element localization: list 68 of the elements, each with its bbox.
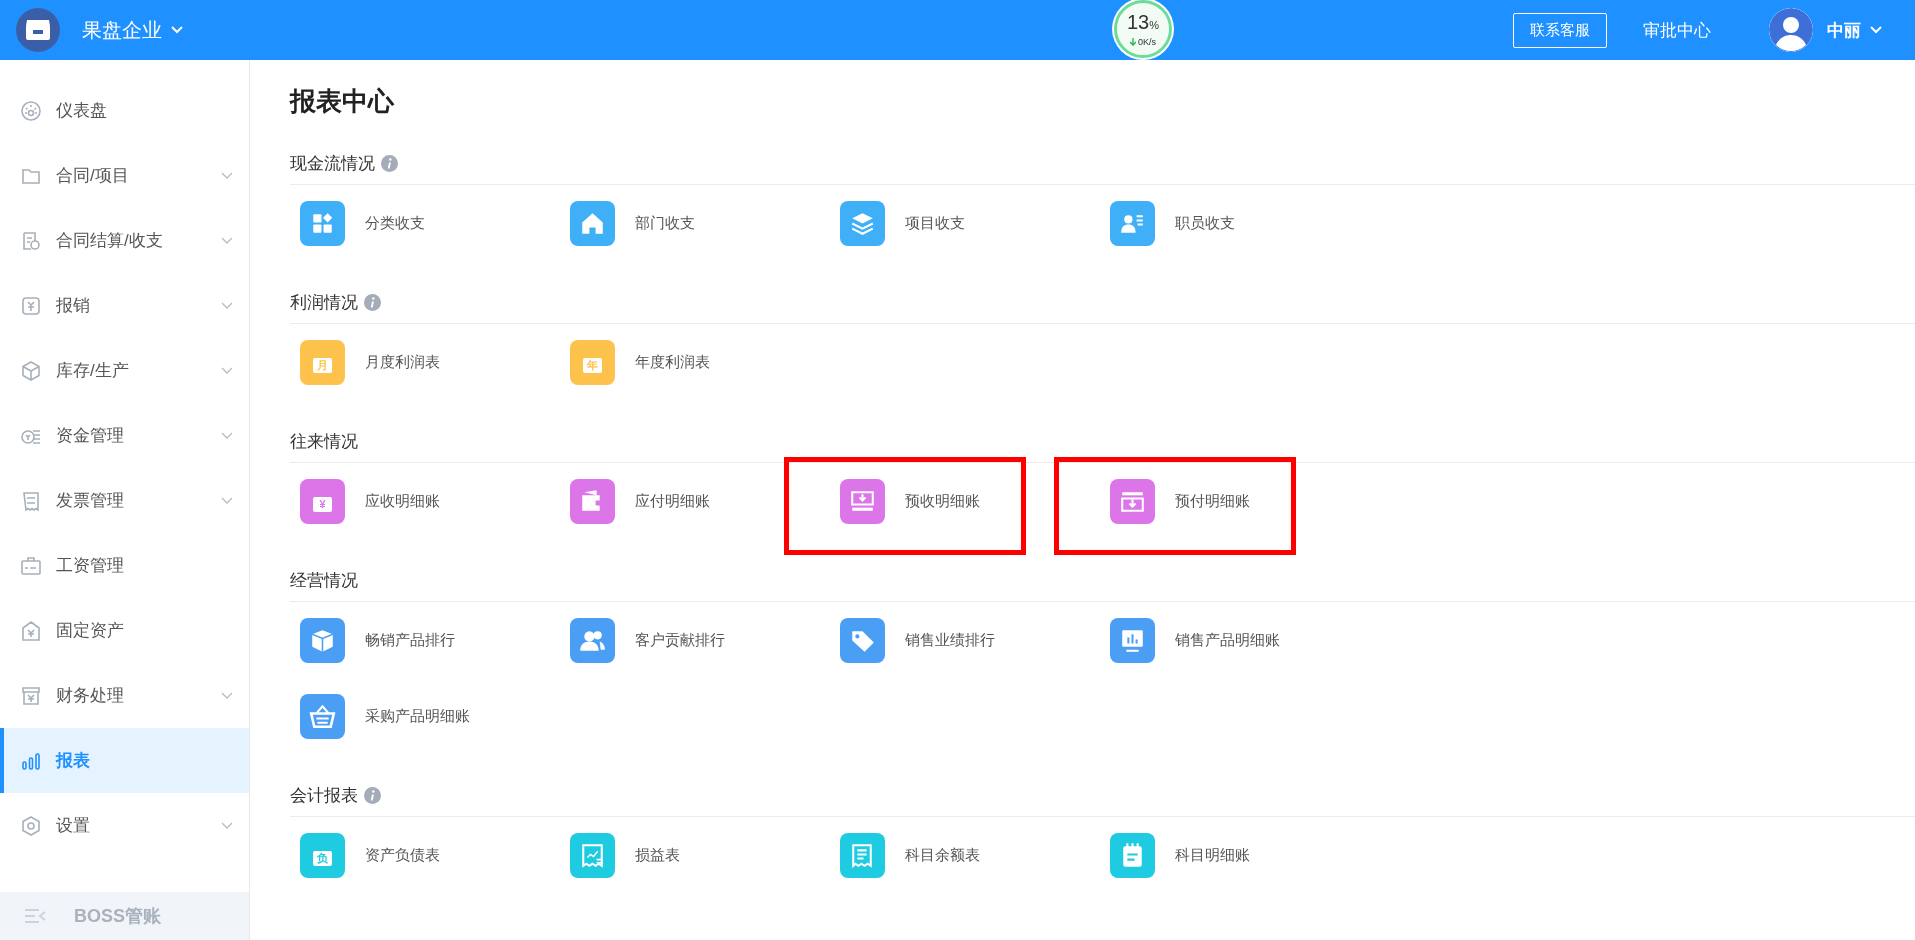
sidebar-item[interactable]: 设置 <box>0 793 249 858</box>
sidebar-item[interactable]: 仪表盘 <box>0 78 249 143</box>
avatar-icon[interactable] <box>1769 8 1813 52</box>
chevron-down-icon <box>221 301 233 310</box>
sidebar-item[interactable]: 报销 <box>0 273 249 338</box>
sidebar-item-icon <box>20 359 42 382</box>
section-title: 往来情况 <box>290 431 358 453</box>
chevron-down-icon <box>1869 25 1883 35</box>
chevron-down-icon <box>221 821 233 830</box>
report-link[interactable]: 销售业绩排行 <box>840 617 995 663</box>
sidebar-item[interactable]: 资金管理 <box>0 403 249 468</box>
report-link[interactable]: ¥ 应收明细账 <box>300 478 440 524</box>
sidebar-item[interactable]: 固定资产 <box>0 598 249 663</box>
report-link[interactable]: 预收明细账 <box>840 478 980 524</box>
report-link[interactable]: 预付明细账 <box>1110 478 1250 524</box>
report-link[interactable]: 分类收支 <box>300 200 425 246</box>
report-icon: 年 <box>570 339 615 385</box>
report-link[interactable]: 科目余额表 <box>840 832 980 878</box>
info-icon[interactable] <box>364 787 381 804</box>
report-icon: 月 <box>300 339 345 385</box>
report-icon: 负 <box>300 832 345 878</box>
report-link[interactable]: 职员收支 <box>1110 200 1235 246</box>
report-link[interactable]: 应付明细账 <box>570 478 710 524</box>
sidebar-item[interactable]: 发票管理 <box>0 468 249 533</box>
report-link[interactable]: 项目收支 <box>840 200 965 246</box>
report-icon: ¥ <box>300 478 345 524</box>
report-link[interactable]: 客户贡献排行 <box>570 617 725 663</box>
report-link[interactable]: 科目明细账 <box>1110 832 1250 878</box>
collapse-menu-icon <box>24 908 46 924</box>
sidebar-item-icon <box>20 489 42 512</box>
report-link[interactable]: 损益表 <box>570 832 680 878</box>
chevron-down-icon <box>221 431 233 440</box>
sidebar-item-icon <box>20 229 42 252</box>
report-link[interactable]: 负 资产负债表 <box>300 832 440 878</box>
section-title: 现金流情况 <box>290 153 375 175</box>
chevron-down-icon <box>170 25 184 35</box>
sidebar-item-icon <box>20 554 42 577</box>
network-speed-gauge: 13% 0K/s <box>1114 0 1172 58</box>
report-link[interactable]: 年 年度利润表 <box>570 339 710 385</box>
info-icon[interactable] <box>364 294 381 311</box>
chevron-down-icon <box>221 236 233 245</box>
sidebar-item-icon <box>20 814 42 837</box>
chevron-down-icon <box>221 496 233 505</box>
report-link[interactable]: 采购产品明细账 <box>300 693 470 739</box>
sidebar-item[interactable]: 财务处理 <box>0 663 249 728</box>
sidebar-item-icon <box>20 99 42 122</box>
section-title: 会计报表 <box>290 785 358 807</box>
chevron-down-icon <box>221 691 233 700</box>
footer-label: BOSS管账 <box>74 905 161 928</box>
sidebar-item[interactable]: 合同结算/收支 <box>0 208 249 273</box>
down-arrow-icon <box>1130 37 1136 46</box>
sidebar-item[interactable]: 工资管理 <box>0 533 249 598</box>
section-title: 经营情况 <box>290 570 358 592</box>
chevron-down-icon <box>221 171 233 180</box>
report-link[interactable]: 部门收支 <box>570 200 695 246</box>
sidebar-item-icon <box>20 619 42 642</box>
sidebar-item-icon <box>20 684 42 707</box>
chevron-down-icon <box>221 366 233 375</box>
info-icon[interactable] <box>381 155 398 172</box>
sidebar-item-icon <box>20 294 42 317</box>
section-title: 利润情况 <box>290 292 358 314</box>
page-title: 报表中心 <box>290 85 396 118</box>
sidebar-item[interactable]: 合同/项目 <box>0 143 249 208</box>
sidebar-item[interactable]: 库存/生产 <box>0 338 249 403</box>
report-link[interactable]: 畅销产品排行 <box>300 617 455 663</box>
report-link[interactable]: 月 月度利润表 <box>300 339 440 385</box>
store-logo-icon <box>16 8 60 52</box>
report-link[interactable]: 销售产品明细账 <box>1110 617 1280 663</box>
